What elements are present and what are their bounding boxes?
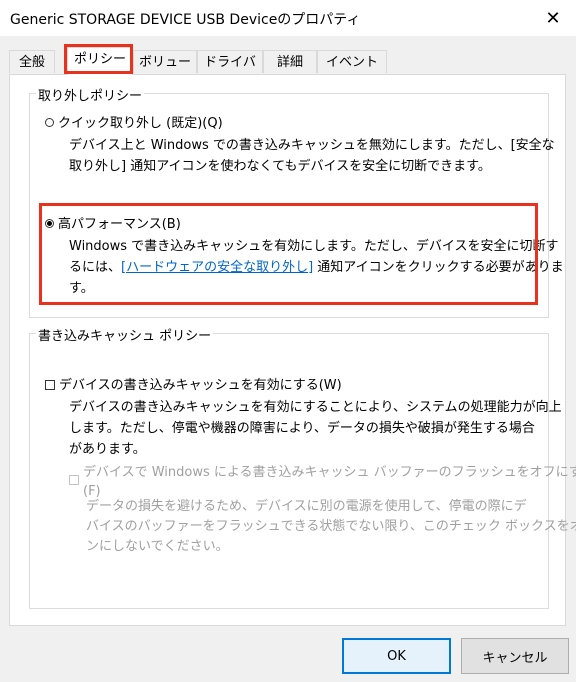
tab-general[interactable]: 全般	[9, 50, 55, 73]
tab-driver[interactable]: ドライバー	[197, 50, 263, 93]
safely-remove-hardware-link[interactable]: [ハードウェアの安全な取り外し]	[121, 260, 313, 275]
tab-details[interactable]: 詳細	[263, 50, 317, 73]
turn-off-flush-description: データの損失を避けるため、デバイスに別の電源を使用して、停電の際にデ バイスのバ…	[86, 499, 576, 554]
quick-removal-label: クイック取り外し (既定)(Q)	[58, 116, 223, 131]
close-icon: ✕	[545, 7, 561, 29]
turn-off-flush-option[interactable]: デバイスで Windows による書き込みキャッシュ バッファーのフラッシュをオ…	[69, 463, 576, 501]
enable-write-cache-checkbox[interactable]	[45, 380, 55, 390]
better-performance-label: 高パフォーマンス(B)	[58, 217, 181, 232]
ok-button-label: OK	[387, 648, 406, 664]
tab-events[interactable]: イベント	[317, 50, 387, 73]
title-bar: Generic STORAGE DEVICE USB Deviceのプロパティ …	[0, 0, 576, 36]
quick-removal-description: デバイス上と Windows での書き込みキャッシュを無効にします。ただし、[安…	[69, 138, 555, 174]
quick-removal-radio[interactable]	[45, 118, 54, 127]
enable-write-cache-description: デバイスの書き込みキャッシュを有効にすることにより、システムの処理能力が向上 し…	[69, 400, 562, 457]
better-performance-option[interactable]: 高パフォーマンス(B)	[45, 213, 181, 232]
quick-removal-option[interactable]: クイック取り外し (既定)(Q)	[45, 112, 223, 131]
enable-write-cache-label: デバイスの書き込みキャッシュを有効にする(W)	[59, 378, 342, 393]
ok-button[interactable]: OK	[342, 638, 451, 674]
tab-policies[interactable]: ポリシー	[67, 47, 133, 75]
window-title: Generic STORAGE DEVICE USB Deviceのプロパティ	[10, 12, 361, 28]
close-button[interactable]: ✕	[530, 0, 576, 36]
better-performance-radio[interactable]	[45, 219, 54, 228]
better-performance-description: Windows で書き込みキャッシュを有効にします。ただし、デバイスを安全に切断…	[69, 239, 564, 296]
turn-off-flush-checkbox[interactable]	[69, 475, 79, 485]
write-cache-policy-title: 書き込みキャッシュ ポリシー	[36, 325, 214, 344]
turn-off-flush-label-line1: デバイスで Windows による書き込みキャッシュ バッファーのフラッシュをオ…	[83, 465, 576, 480]
removal-policy-title: 取り外しポリシー	[36, 85, 145, 104]
enable-write-cache-option[interactable]: デバイスの書き込みキャッシュを有効にする(W)	[45, 374, 342, 393]
tab-volumes[interactable]: ボリューム	[133, 50, 197, 93]
cancel-button[interactable]: キャンセル	[461, 638, 569, 674]
cancel-button-label: キャンセル	[482, 650, 548, 666]
